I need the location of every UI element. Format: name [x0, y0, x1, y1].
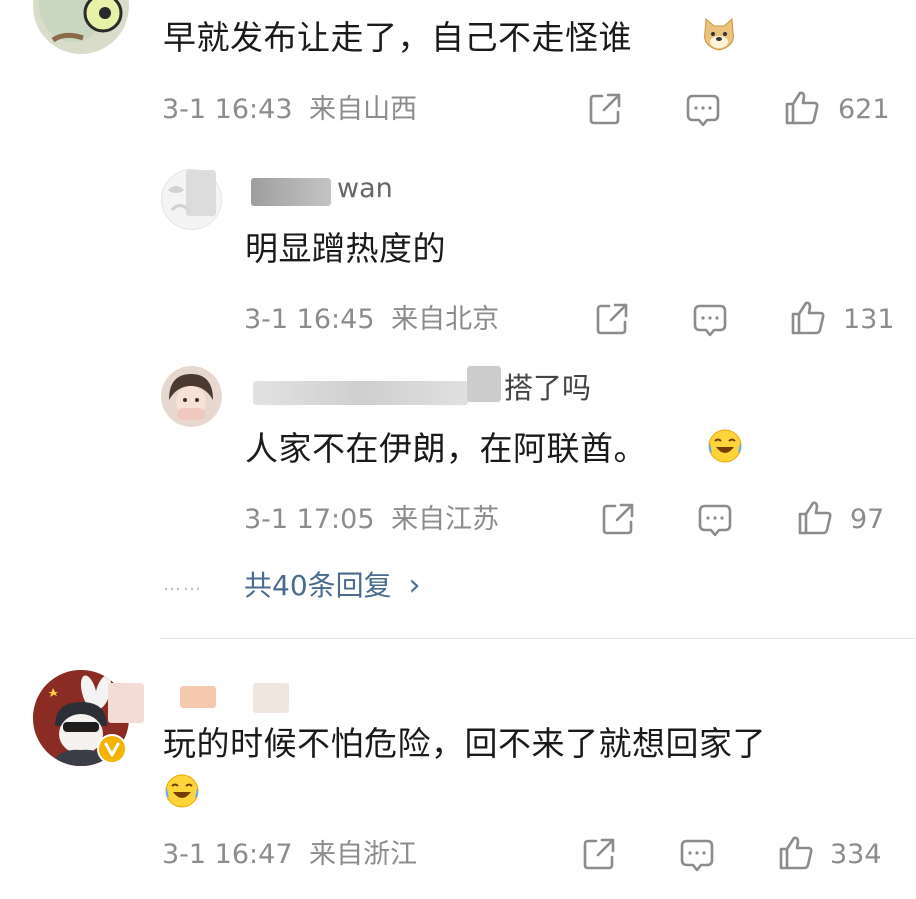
comment-time: 3-1 16:43 — [162, 94, 293, 125]
chevron-right-icon: › — [408, 568, 421, 603]
thumbs-up-icon[interactable] — [783, 89, 821, 127]
doge-emoji — [700, 16, 738, 54]
comment-time: 3-1 17:05 — [244, 504, 375, 535]
redacted-name-block — [467, 366, 501, 402]
thumbs-up-icon[interactable] — [796, 499, 834, 537]
more-replies-link[interactable]: 共40条回复 › — [244, 571, 421, 601]
redacted-name-block — [108, 683, 144, 723]
comment-icon[interactable] — [678, 836, 716, 874]
avatar[interactable] — [161, 366, 222, 427]
comment-icon[interactable] — [684, 91, 722, 129]
reply-author-name[interactable]: wan — [337, 175, 393, 202]
comment-location: 来自浙江 — [309, 839, 418, 870]
comment-text: 早就发布让走了，自己不走怪谁 — [163, 18, 632, 57]
comment-meta: 3-1 16:43 来自山西 — [162, 96, 417, 123]
comment-time: 3-1 16:45 — [244, 304, 375, 335]
share-icon[interactable] — [586, 90, 624, 128]
share-icon[interactable] — [593, 300, 631, 338]
more-replies-dots: …… — [163, 574, 203, 595]
comment-meta: 3-1 16:45 来自北京 — [244, 306, 499, 333]
comment-text: 明显蹭热度的 — [245, 229, 446, 268]
thumbs-up-icon[interactable] — [777, 834, 815, 872]
comment-location: 来自山西 — [309, 94, 418, 125]
like-count: 621 — [838, 94, 890, 125]
like-count: 97 — [850, 504, 885, 535]
redacted-name-block — [180, 686, 216, 708]
redacted-name-block — [251, 178, 331, 206]
avatar[interactable] — [33, 0, 129, 54]
comment-icon[interactable] — [696, 501, 734, 539]
verified-badge-icon — [97, 734, 127, 764]
comment-location: 来自江苏 — [391, 504, 500, 535]
redacted-name-block — [253, 381, 468, 405]
comment-meta: 3-1 17:05 来自江苏 — [244, 506, 499, 533]
laugh-cry-emoji — [706, 427, 744, 465]
redacted-name-block — [253, 683, 289, 713]
comment-location: 来自北京 — [391, 304, 500, 335]
like-count: 131 — [843, 304, 895, 335]
redacted-name-block — [186, 170, 216, 216]
reply-author-name[interactable]: 搭了吗 — [504, 374, 591, 403]
laugh-cry-emoji — [163, 772, 201, 810]
share-icon[interactable] — [580, 835, 618, 873]
comment-meta: 3-1 16:47 来自浙江 — [162, 841, 417, 868]
thumbs-up-icon[interactable] — [789, 299, 827, 337]
like-count: 334 — [830, 839, 882, 870]
comment-time: 3-1 16:47 — [162, 839, 293, 870]
share-icon[interactable] — [599, 500, 637, 538]
comment-text: 玩的时候不怕危险，回不来了就想回家了 — [163, 724, 766, 763]
comment-text: 人家不在伊朗，在阿联酋。 — [245, 429, 647, 468]
comment-divider — [160, 638, 916, 639]
comment-icon[interactable] — [691, 301, 729, 339]
more-replies-label: 共40条回复 — [244, 569, 392, 602]
